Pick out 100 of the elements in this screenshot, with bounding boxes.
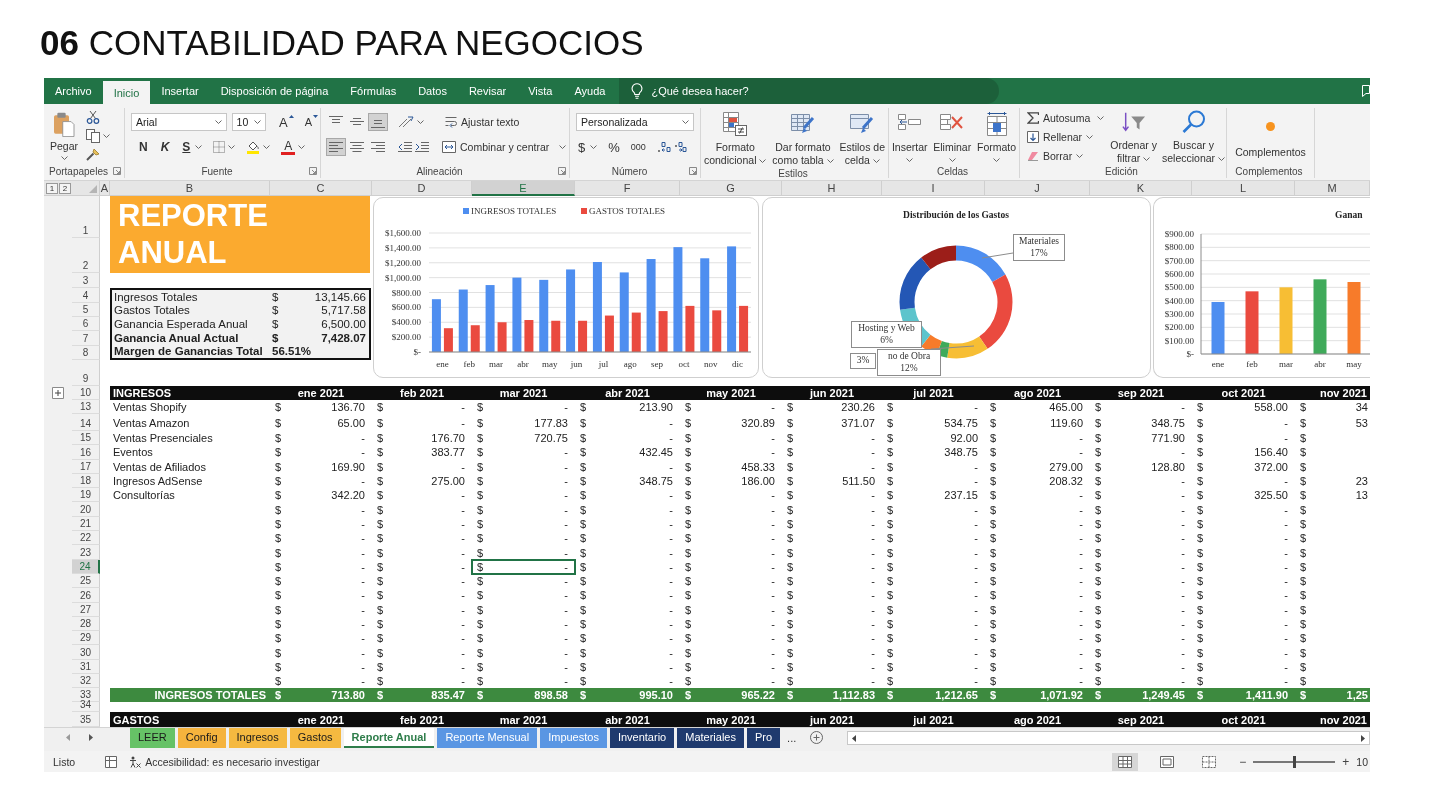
row-header[interactable]: 6 — [72, 317, 100, 331]
row-header[interactable]: 19 — [72, 488, 100, 503]
ribbon-tab[interactable]: Inicio — [102, 81, 151, 104]
number-format-field[interactable]: Personalizada — [576, 113, 694, 131]
horizontal-scrollbar[interactable] — [847, 731, 1370, 745]
increase-indent-icon[interactable] — [415, 140, 429, 154]
row-header[interactable]: 5 — [72, 303, 100, 317]
zoom-out-button[interactable]: − — [1236, 754, 1250, 769]
sheet-tab[interactable]: Reporte Anual — [343, 728, 435, 748]
search-field[interactable]: ¿Qué desea hacer? — [651, 85, 802, 97]
row-header[interactable]: 15 — [72, 431, 100, 446]
decrease-indent-icon[interactable] — [398, 140, 412, 154]
scroll-right-icon[interactable] — [89, 734, 93, 741]
ribbon-tab[interactable]: Ayuda — [563, 78, 617, 104]
zoom-level[interactable]: 10 — [1356, 755, 1368, 768]
caret-icon[interactable] — [298, 145, 306, 149]
wrap-text-button[interactable]: Ajustar texto — [443, 113, 522, 131]
decrease-decimal-icon[interactable] — [673, 140, 688, 154]
caret-icon[interactable] — [417, 120, 424, 124]
copy-icon[interactable] — [86, 129, 101, 143]
column-header[interactable]: H — [782, 181, 882, 196]
dialog-launcher-icon[interactable] — [689, 167, 697, 175]
format-painter-icon[interactable] — [86, 148, 101, 162]
add-ins-button[interactable]: Complementos — [1233, 110, 1308, 159]
bold-button[interactable]: N — [137, 138, 150, 156]
column-header[interactable]: I — [882, 181, 985, 196]
caret-icon[interactable] — [590, 145, 598, 149]
row-header[interactable]: 13 — [72, 400, 100, 414]
align-center-icon[interactable] — [348, 139, 366, 155]
row-header[interactable]: 4 — [72, 288, 100, 303]
insert-cells-button[interactable]: Insertar — [889, 110, 930, 162]
grow-font-button[interactable]: A — [277, 113, 296, 131]
outline-level-button[interactable]: 2 — [59, 182, 71, 194]
percent-button[interactable]: % — [606, 138, 622, 156]
caret-icon[interactable] — [228, 145, 236, 149]
row-header[interactable]: 14 — [72, 414, 100, 431]
font-size-field[interactable]: 10 — [231, 113, 266, 131]
increase-decimal-icon[interactable] — [656, 140, 671, 154]
row-header[interactable]: 9 — [72, 360, 100, 386]
sheet-tab[interactable]: Pro — [746, 728, 781, 748]
row-header[interactable]: 22 — [72, 531, 100, 546]
slider-thumb[interactable] — [1293, 755, 1297, 768]
find-select-button[interactable]: Buscar y seleccionar — [1160, 108, 1227, 165]
format-as-table-button[interactable]: Dar formato como tabla — [770, 110, 836, 167]
fill-button[interactable]: Rellenar — [1025, 128, 1107, 146]
column-header[interactable]: L — [1192, 181, 1295, 196]
align-bottom-icon[interactable] — [369, 114, 387, 130]
row-header[interactable]: 20 — [72, 502, 100, 517]
sort-filter-button[interactable]: Ordenar y filtrar — [1109, 108, 1158, 165]
sheet-tab[interactable]: LEER — [130, 728, 175, 748]
outline-level-button[interactable]: 1 — [46, 182, 58, 194]
format-cells-button[interactable]: Formato — [975, 110, 1019, 162]
ribbon-tab[interactable]: Revisar — [457, 78, 518, 104]
underline-button[interactable]: S — [180, 138, 193, 156]
caret-icon[interactable] — [195, 145, 203, 149]
zoom-in-button[interactable]: + — [1339, 754, 1353, 769]
autosum-button[interactable]: Autosuma — [1025, 109, 1107, 127]
delete-cells-button[interactable]: Eliminar — [931, 110, 974, 162]
row-header[interactable]: 29 — [72, 631, 100, 646]
column-header[interactable]: D — [372, 181, 472, 196]
align-left-icon[interactable] — [327, 139, 345, 155]
search-bar[interactable]: ¿Qué desea hacer? — [619, 78, 1000, 104]
column-header[interactable]: F — [575, 181, 680, 196]
column-header[interactable]: G — [680, 181, 782, 196]
ribbon-tab[interactable]: Archivo — [44, 78, 103, 104]
row-header[interactable]: 8 — [72, 346, 100, 360]
dialog-launcher-icon[interactable] — [309, 167, 317, 175]
normal-view-icon[interactable] — [1112, 752, 1139, 771]
italic-button[interactable]: K — [158, 138, 172, 156]
cell-styles-button[interactable]: Estilos de celda — [837, 110, 888, 167]
font-color-button[interactable]: A — [281, 139, 296, 155]
scroll-right-icon[interactable] — [1361, 734, 1365, 742]
dialog-launcher-icon[interactable] — [558, 167, 566, 175]
row-header[interactable]: 32 — [72, 674, 100, 689]
row-header[interactable]: 16 — [72, 445, 100, 460]
row-header[interactable]: 23 — [72, 545, 100, 560]
column-header[interactable]: M — [1295, 181, 1370, 196]
column-header[interactable]: B — [110, 181, 270, 196]
clear-button[interactable]: Borrar — [1025, 147, 1107, 165]
scroll-left-icon[interactable] — [852, 734, 857, 742]
text-orientation-icon[interactable] — [398, 116, 414, 128]
ribbon-tab[interactable]: Disposición de página — [209, 78, 340, 104]
more-tabs-button[interactable]: ... — [783, 728, 801, 748]
conditional-format-button[interactable]: Formato condicional — [701, 110, 769, 167]
row-header[interactable]: 2 — [72, 238, 100, 273]
sheet-tab[interactable]: Materiales — [677, 728, 744, 748]
row-header[interactable]: 10 — [72, 386, 100, 400]
column-header[interactable]: E — [472, 181, 575, 196]
row-header[interactable]: 30 — [72, 645, 100, 660]
ribbon-tab[interactable]: Datos — [407, 78, 458, 104]
sheet-tab[interactable]: Ingresos — [228, 728, 287, 748]
fill-color-icon[interactable] — [246, 140, 261, 154]
dialog-launcher-icon[interactable] — [113, 167, 121, 175]
thousands-button[interactable]: 000 — [628, 138, 648, 156]
cut-icon[interactable] — [86, 110, 101, 124]
currency-button[interactable]: $ — [576, 138, 588, 156]
paste-button[interactable]: Pegar — [44, 108, 81, 164]
comment-icon[interactable] — [1362, 85, 1370, 97]
row-header[interactable]: 3 — [72, 273, 100, 288]
add-sheet-icon[interactable] — [810, 731, 824, 744]
